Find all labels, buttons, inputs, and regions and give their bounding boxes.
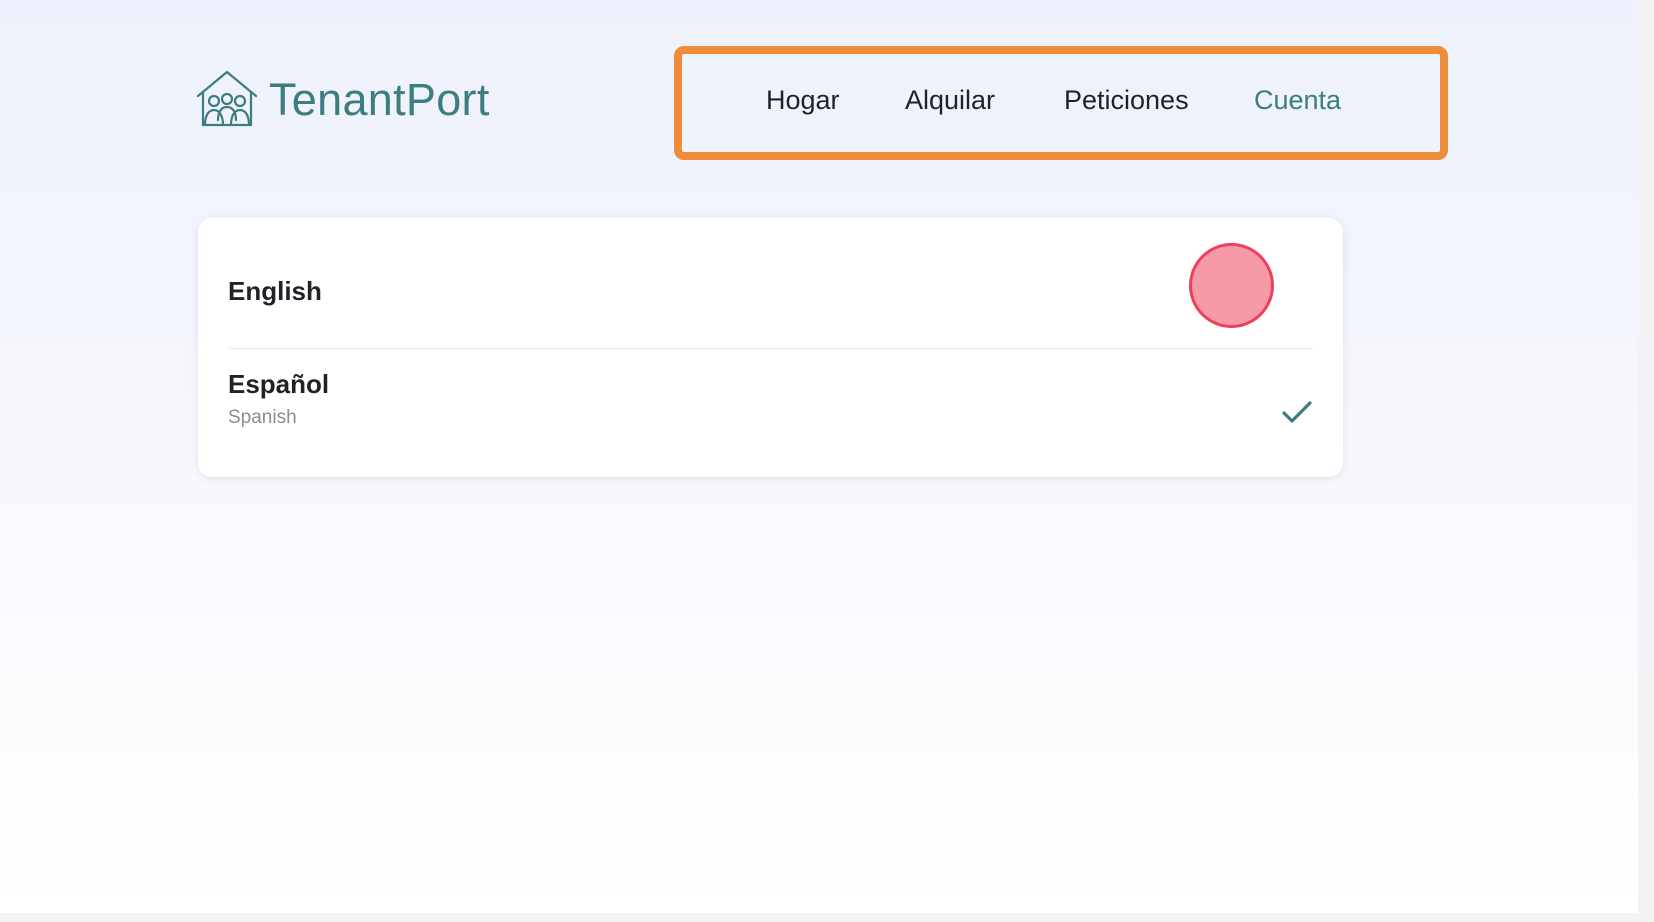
nav-item-peticiones[interactable]: Peticiones [1064,80,1189,120]
language-card: English Español Spanish [198,218,1343,477]
main-nav: Hogar Alquilar Peticiones Cuenta [0,80,1654,120]
nav-item-cuenta[interactable]: Cuenta [1254,80,1341,120]
language-name: English [228,276,322,306]
click-indicator [1189,243,1274,328]
language-subtitle: Spanish [228,407,297,428]
language-option-espanol[interactable]: Español Spanish [228,349,1313,477]
nav-item-hogar[interactable]: Hogar [766,80,840,120]
language-option-english[interactable]: English [228,218,1313,349]
checkmark-icon [1282,401,1312,423]
page-background: TenantPort Hogar Alquilar Peticiones Cue… [0,0,1638,913]
language-name: Español [228,369,330,399]
nav-item-alquilar[interactable]: Alquilar [905,80,995,120]
